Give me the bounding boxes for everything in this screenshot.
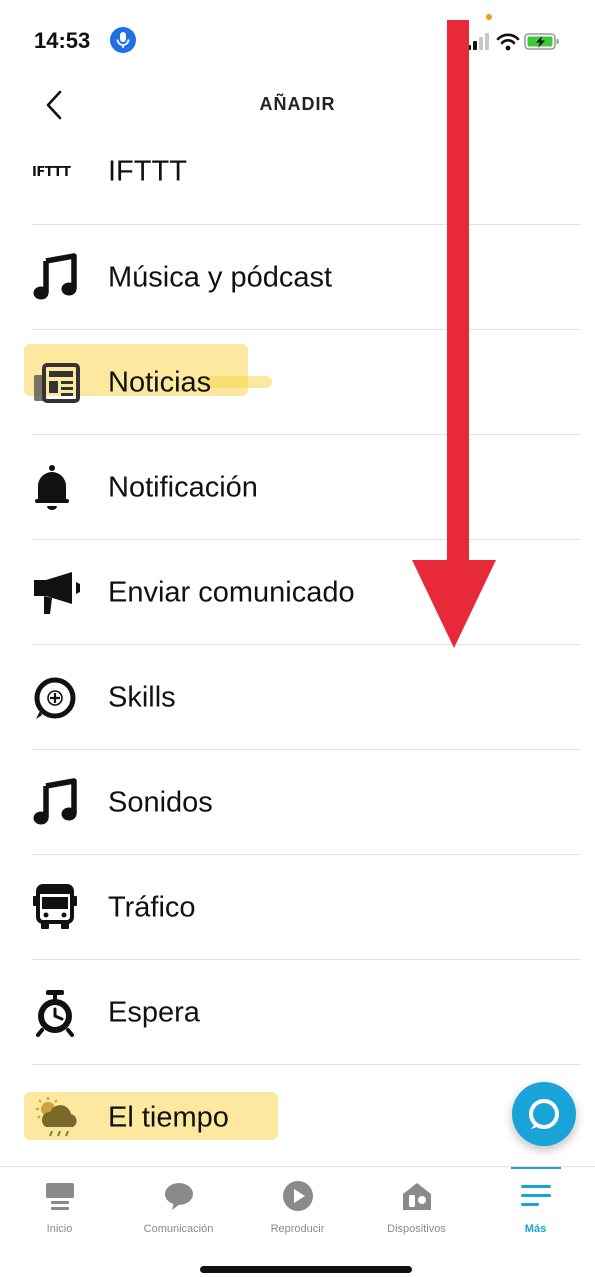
nav-label: Dispositivos xyxy=(387,1223,446,1235)
status-time: 14:53 xyxy=(34,28,91,53)
bus-icon xyxy=(32,883,88,933)
list-item-news[interactable]: Noticias xyxy=(0,330,595,435)
add-options-list: IFTTT IFTTT Música y pódcast Noticias No… xyxy=(0,120,595,1170)
page-title: AÑADIR xyxy=(259,94,336,114)
wifi-icon xyxy=(496,33,520,51)
devices-icon xyxy=(400,1179,434,1213)
list-item-traffic[interactable]: Tráfico xyxy=(0,855,595,960)
privacy-indicator-dot xyxy=(486,14,492,20)
alarm-clock-icon xyxy=(32,988,88,1038)
nav-label: Inicio xyxy=(46,1223,73,1235)
signal-icon xyxy=(467,33,489,50)
list-item-label: Espera xyxy=(108,996,200,1028)
nav-item-devices[interactable]: Dispositivos xyxy=(357,1167,476,1247)
alexa-button[interactable] xyxy=(512,1082,576,1146)
list-item-skills[interactable]: Skills xyxy=(0,645,595,750)
nav-label: Reproducir xyxy=(270,1223,325,1235)
list-item-label: Noticias xyxy=(108,366,212,398)
play-icon xyxy=(281,1179,315,1213)
skills-plus-icon xyxy=(32,673,88,723)
weather-icon xyxy=(32,1093,88,1143)
list-item-label: Sonidos xyxy=(108,786,213,818)
music-note-icon xyxy=(32,777,88,828)
list-item-label: Notificación xyxy=(108,471,258,503)
newspaper-icon xyxy=(32,358,88,408)
list-item-music-podcast[interactable]: Música y pódcast xyxy=(0,225,595,330)
bottom-nav: Inicio Comunicación Reproducir Dispositi… xyxy=(0,1166,595,1246)
list-item-notification[interactable]: Notificación xyxy=(0,435,595,540)
home-indicator xyxy=(200,1266,412,1273)
microphone-icon xyxy=(110,27,136,53)
nav-item-play[interactable]: Reproducir xyxy=(238,1167,357,1247)
nav-item-more[interactable]: Más xyxy=(476,1167,595,1247)
ifttt-logo: IFTTT xyxy=(32,164,71,180)
list-item-wait[interactable]: Espera xyxy=(0,960,595,1065)
status-icons xyxy=(465,30,565,54)
battery-charging-icon xyxy=(524,33,559,50)
bell-icon xyxy=(32,463,88,513)
nav-item-communication[interactable]: Comunicación xyxy=(119,1167,238,1247)
music-note-icon xyxy=(32,252,88,303)
nav-label: Comunicación xyxy=(143,1223,214,1235)
alexa-icon xyxy=(529,1099,559,1129)
list-item-sounds[interactable]: Sonidos xyxy=(0,750,595,855)
list-item-label: El tiempo xyxy=(108,1101,229,1133)
list-item-label: Tráfico xyxy=(108,891,196,923)
active-tab-indicator xyxy=(510,1167,561,1169)
list-item-label: IFTTT xyxy=(108,155,187,188)
list-item-announcement[interactable]: Enviar comunicado xyxy=(0,540,595,645)
list-item-weather[interactable]: El tiempo xyxy=(0,1065,595,1170)
list-item-ifttt[interactable]: IFTTT IFTTT xyxy=(0,120,595,225)
list-item-label: Skills xyxy=(108,681,176,713)
status-bar: 14:53 xyxy=(0,0,595,84)
megaphone-icon xyxy=(32,568,88,618)
menu-icon xyxy=(519,1179,553,1213)
nav-label: Más xyxy=(524,1223,547,1235)
home-icon xyxy=(43,1179,77,1213)
list-item-label: Música y pódcast xyxy=(108,261,333,293)
chat-bubble-icon xyxy=(162,1179,196,1213)
list-item-label: Enviar comunicado xyxy=(108,576,355,608)
nav-item-home[interactable]: Inicio xyxy=(0,1167,119,1247)
